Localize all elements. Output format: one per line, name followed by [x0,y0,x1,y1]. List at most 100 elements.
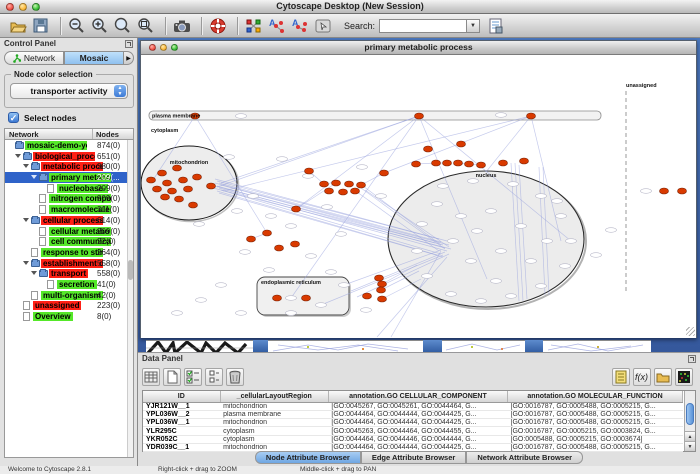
expander-icon[interactable] [15,154,21,158]
network-node[interactable] [189,202,198,208]
tree-row[interactable]: transport558(0) [5,268,133,279]
new-attribute-icon[interactable] [163,368,181,386]
network-node[interactable] [375,275,384,281]
network-node-label[interactable] [326,270,337,275]
tree-row[interactable]: multi-organism pro42(0) [5,290,133,301]
tree-row[interactable]: macromolecule311(0) [5,204,133,215]
table-cell[interactable]: YPL036W__2 [143,410,220,418]
network-node-label[interactable] [286,224,297,229]
tree-row-label[interactable]: metabolic process [41,162,103,171]
network-node-label[interactable] [306,254,317,259]
tree-row[interactable]: biological_process651(0) [5,151,133,162]
network-node-label[interactable] [339,283,350,288]
network-node-label[interactable] [560,264,571,269]
network-node-label[interactable] [248,194,259,199]
network-node-label[interactable] [412,249,423,254]
network-node-label[interactable] [376,194,387,199]
network-node-label[interactable] [240,250,251,255]
tree-row-label[interactable]: secretion [57,280,97,289]
expander-icon[interactable] [23,218,29,222]
network-edge[interactable] [296,116,419,209]
network-node[interactable] [273,295,282,301]
table-row[interactable]: YKR052Ccytoplasm[GO:0044464, GO:0044446,… [143,435,683,443]
table-row[interactable]: YJR121W__1mitochondrion[GO:0045267, GO:0… [143,402,683,410]
network-node-label[interactable] [422,274,433,279]
tree-scrollbar[interactable] [127,140,133,457]
tree-row[interactable]: mosaic-demo-yeast874(0) [5,140,133,151]
tab-network[interactable]: Network [4,51,64,65]
table-column-header[interactable]: annotation.GO MOLECULAR_FUNCTION [508,391,683,402]
network-node[interactable] [158,170,167,176]
network-node-label[interactable] [236,311,247,316]
window-resize-grip[interactable] [686,327,695,336]
network-node-label[interactable] [357,165,368,170]
open-icon[interactable] [8,16,28,36]
network-view-titlebar[interactable]: primary metabolic process [141,41,696,55]
network-edge[interactable] [221,116,419,183]
network-node-label[interactable] [466,259,477,264]
delete-attribute-icon[interactable] [226,368,244,386]
table-cell[interactable]: [GO:0044464, GO:0044444, GO:0044425, G..… [328,419,507,427]
network-node-label[interactable] [591,253,602,258]
table-cell[interactable]: [GO:0016787, GO:0005488, GO:0005215, G..… [508,410,683,418]
network-node-label[interactable] [496,113,507,118]
tree-row[interactable]: Overview8(0) [5,311,133,322]
unselect-attributes-icon[interactable] [205,368,223,386]
network-node-label[interactable] [456,214,467,219]
network-node[interactable] [247,236,256,242]
network-node-label[interactable] [432,202,443,207]
search-dropdown-icon[interactable]: ▼ [467,19,480,33]
network-node-label[interactable] [438,184,449,189]
network-node[interactable] [351,188,360,194]
network-node-label[interactable] [508,182,519,187]
table-cell[interactable]: plasma membrane [220,410,328,418]
tree-row-label[interactable]: cellular process [41,216,103,225]
scroll-down-icon[interactable]: ▼ [685,441,695,451]
network-node[interactable] [168,188,177,194]
network-node-label[interactable] [516,224,527,229]
tree-row[interactable]: cellular metabo209(0) [5,226,133,237]
table-cell[interactable]: [GO:0044464, GO:0044446, GO:0044444, G..… [328,435,507,443]
network-node-label[interactable] [536,284,547,289]
network-node[interactable] [263,230,272,236]
network-node-label[interactable] [286,311,297,316]
table-cell[interactable]: [GO:0045263, GO:0044464, GO:0044455, G..… [328,427,507,435]
network-node[interactable] [465,161,474,167]
network-node-label[interactable] [286,296,297,301]
network-node-label[interactable] [536,194,547,199]
network-node[interactable] [302,295,311,301]
select-nodes-checkbox[interactable]: ✓ [8,112,19,123]
network-node-label[interactable] [361,308,372,313]
tab-node-attribute-browser[interactable]: Node Attribute Browser [255,451,361,464]
table-row[interactable]: YPL036W__2plasma membrane[GO:0044464, GO… [143,410,683,418]
float-panel-icon[interactable] [125,40,133,48]
attribute-grid-icon[interactable] [142,368,160,386]
network-node[interactable] [332,180,341,186]
network-node[interactable] [432,160,441,166]
tree-row-label[interactable]: unassigned [33,301,81,310]
tree-row-label[interactable]: establishment of lo [41,259,103,268]
table-cell[interactable]: YPL036W__1 [143,419,220,427]
network-node[interactable] [207,183,216,189]
tree-row[interactable]: primary metabo209(... [5,172,133,183]
network-node-label[interactable] [491,279,502,284]
attribute-list-icon[interactable] [612,368,630,386]
network-node[interactable] [363,293,372,299]
zoom-out-icon[interactable] [67,16,87,36]
help-icon[interactable] [208,16,228,36]
network-node-label[interactable] [264,268,275,273]
zoom-selected-icon[interactable] [113,16,133,36]
table-scrollbar-thumb[interactable] [686,403,694,425]
network-node[interactable] [161,194,170,200]
tree-scrollbar-thumb[interactable] [128,260,133,280]
network-node-label[interactable] [542,239,553,244]
tree-row[interactable]: metabolic process280(0) [5,161,133,172]
tree-column-network[interactable]: Network [5,129,93,139]
network-node-label[interactable] [194,222,205,227]
table-cell[interactable]: [GO:0005488, GO:0005215, GO:0003674] [508,435,683,443]
network-node-label[interactable] [552,199,563,204]
table-cell[interactable]: [GO:0016787, GO:0005488, GO:0005215, G..… [508,402,683,410]
tree-row-label[interactable]: transport [49,269,88,278]
network-grid-icon[interactable] [244,16,264,36]
network-node[interactable] [678,188,687,194]
